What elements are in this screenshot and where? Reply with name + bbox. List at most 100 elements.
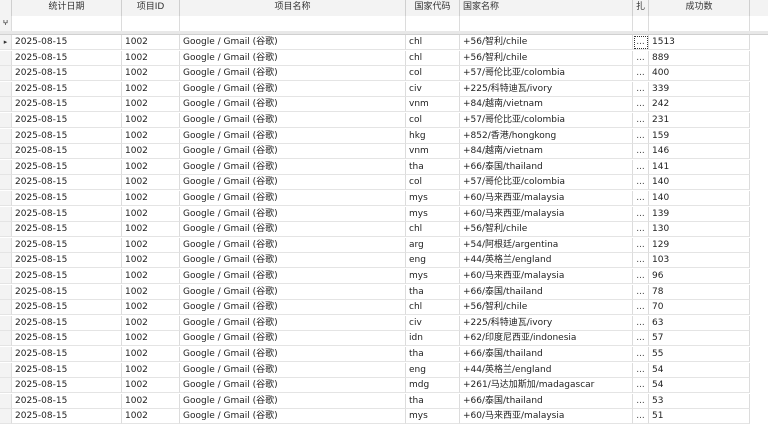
cell-ellipsis-button[interactable]: ... [633, 128, 649, 144]
cell-project-name[interactable]: Google / Gmail (谷歌) [180, 409, 406, 425]
cell-success-count[interactable]: 96 [649, 269, 750, 284]
cell-date[interactable]: 2025-08-15 [12, 113, 122, 128]
cell-project-id[interactable]: 1002 [122, 393, 180, 409]
cell-country-code[interactable]: chl [406, 35, 460, 50]
cell-project-id[interactable]: 1002 [122, 50, 180, 66]
cell-success-count[interactable]: 242 [649, 97, 750, 113]
cell-country-name[interactable]: +852/香港/hongkong [460, 128, 633, 144]
cell-date[interactable]: 2025-08-15 [12, 206, 122, 222]
row-indicator[interactable] [0, 362, 12, 378]
cell-success-count[interactable]: 146 [649, 144, 750, 160]
table-row[interactable]: 2025-08-15 1002 Google / Gmail (谷歌) civ +225… [0, 81, 750, 97]
cell-country-code[interactable]: vnm [406, 97, 460, 113]
filter-extra[interactable] [633, 16, 649, 31]
cell-country-code[interactable]: chl [406, 50, 460, 66]
row-indicator[interactable] [0, 315, 12, 331]
cell-success-count[interactable]: 339 [649, 81, 750, 97]
cell-project-name[interactable]: Google / Gmail (谷歌) [180, 300, 406, 316]
cell-date[interactable]: 2025-08-15 [12, 315, 122, 331]
row-indicator[interactable] [0, 347, 12, 362]
cell-ellipsis-button[interactable]: ... [633, 253, 649, 269]
cell-success-count[interactable]: 141 [649, 159, 750, 175]
cell-project-name[interactable]: Google / Gmail (谷歌) [180, 237, 406, 253]
cell-country-name[interactable]: +66/泰国/thailand [460, 393, 633, 409]
cell-ellipsis-button[interactable]: ... [633, 237, 649, 253]
cell-success-count[interactable]: 159 [649, 128, 750, 144]
cell-date[interactable]: 2025-08-15 [12, 222, 122, 238]
table-row[interactable]: 2025-08-15 1002 Google / Gmail (谷歌) chl +56/… [0, 222, 750, 238]
cell-ellipsis-button[interactable]: ... [633, 97, 649, 113]
filter-success-count[interactable] [649, 16, 750, 31]
header-project-name[interactable]: 项目名称 [180, 0, 406, 16]
cell-project-id[interactable]: 1002 [122, 128, 180, 144]
cell-project-id[interactable]: 1002 [122, 237, 180, 253]
cell-project-id[interactable]: 1002 [122, 113, 180, 128]
table-row[interactable]: 2025-08-15 1002 Google / Gmail (谷歌) mys +60/… [0, 269, 750, 284]
table-row[interactable]: ▸ 2025-08-15 1002 Google / Gmail (谷歌) chl +56… [0, 35, 750, 50]
cell-project-name[interactable]: Google / Gmail (谷歌) [180, 35, 406, 50]
row-indicator[interactable] [0, 113, 12, 128]
cell-date[interactable]: 2025-08-15 [12, 237, 122, 253]
cell-project-name[interactable]: Google / Gmail (谷歌) [180, 378, 406, 394]
cell-country-code[interactable]: col [406, 113, 460, 128]
cell-project-name[interactable]: Google / Gmail (谷歌) [180, 191, 406, 206]
row-indicator[interactable] [0, 128, 12, 144]
cell-country-name[interactable]: +56/智利/chile [460, 300, 633, 316]
current-row-icon[interactable]: ▸ [0, 35, 12, 50]
table-row[interactable]: 2025-08-15 1002 Google / Gmail (谷歌) col +57/… [0, 113, 750, 128]
cell-project-name[interactable]: Google / Gmail (谷歌) [180, 66, 406, 82]
cell-success-count[interactable]: 1513 [649, 35, 750, 50]
cell-project-id[interactable]: 1002 [122, 347, 180, 362]
cell-country-name[interactable]: +44/英格兰/england [460, 253, 633, 269]
cell-success-count[interactable]: 70 [649, 300, 750, 316]
cell-country-code[interactable]: col [406, 66, 460, 82]
cell-country-code[interactable]: mys [406, 206, 460, 222]
cell-ellipsis-button[interactable]: ... [633, 159, 649, 175]
table-row[interactable]: 2025-08-15 1002 Google / Gmail (谷歌) tha +66/… [0, 347, 750, 362]
cell-ellipsis-button[interactable]: ... [633, 144, 649, 160]
table-row[interactable]: 2025-08-15 1002 Google / Gmail (谷歌) mdg +261… [0, 378, 750, 394]
cell-project-name[interactable]: Google / Gmail (谷歌) [180, 222, 406, 238]
cell-country-name[interactable]: +66/泰国/thailand [460, 347, 633, 362]
cell-country-code[interactable]: tha [406, 347, 460, 362]
cell-date[interactable]: 2025-08-15 [12, 331, 122, 347]
row-indicator[interactable] [0, 206, 12, 222]
row-indicator[interactable] [0, 331, 12, 347]
cell-ellipsis-button[interactable]: ... [633, 50, 649, 66]
cell-country-code[interactable]: eng [406, 362, 460, 378]
cell-project-id[interactable]: 1002 [122, 175, 180, 191]
cell-country-name[interactable]: +66/泰国/thailand [460, 159, 633, 175]
cell-date[interactable]: 2025-08-15 [12, 409, 122, 425]
cell-project-name[interactable]: Google / Gmail (谷歌) [180, 362, 406, 378]
cell-project-id[interactable]: 1002 [122, 331, 180, 347]
cell-date[interactable]: 2025-08-15 [12, 128, 122, 144]
table-row[interactable]: 2025-08-15 1002 Google / Gmail (谷歌) mys +60/… [0, 191, 750, 206]
cell-date[interactable]: 2025-08-15 [12, 97, 122, 113]
cell-country-code[interactable]: civ [406, 81, 460, 97]
cell-date[interactable]: 2025-08-15 [12, 362, 122, 378]
cell-country-code[interactable]: mys [406, 409, 460, 425]
cell-project-name[interactable]: Google / Gmail (谷歌) [180, 253, 406, 269]
cell-ellipsis-button[interactable]: ... [633, 191, 649, 206]
row-indicator[interactable] [0, 378, 12, 394]
cell-project-id[interactable]: 1002 [122, 284, 180, 300]
cell-success-count[interactable]: 51 [649, 409, 750, 425]
row-indicator[interactable] [0, 81, 12, 97]
table-row[interactable]: 2025-08-15 1002 Google / Gmail (谷歌) tha +66/… [0, 284, 750, 300]
cell-project-id[interactable]: 1002 [122, 35, 180, 50]
cell-ellipsis-button[interactable]: ... [633, 175, 649, 191]
cell-project-id[interactable]: 1002 [122, 81, 180, 97]
filter-country-name[interactable] [460, 16, 633, 31]
row-indicator[interactable] [0, 284, 12, 300]
cell-success-count[interactable]: 57 [649, 331, 750, 347]
cell-ellipsis-button[interactable]: ... [633, 409, 649, 425]
cell-project-id[interactable]: 1002 [122, 269, 180, 284]
cell-ellipsis-button[interactable]: ... [633, 284, 649, 300]
cell-project-name[interactable]: Google / Gmail (谷歌) [180, 128, 406, 144]
cell-country-name[interactable]: +60/马来西亚/malaysia [460, 269, 633, 284]
cell-date[interactable]: 2025-08-15 [12, 144, 122, 160]
cell-project-name[interactable]: Google / Gmail (谷歌) [180, 159, 406, 175]
cell-country-code[interactable]: eng [406, 253, 460, 269]
cell-country-name[interactable]: +60/马来西亚/malaysia [460, 191, 633, 206]
row-indicator[interactable] [0, 222, 12, 238]
